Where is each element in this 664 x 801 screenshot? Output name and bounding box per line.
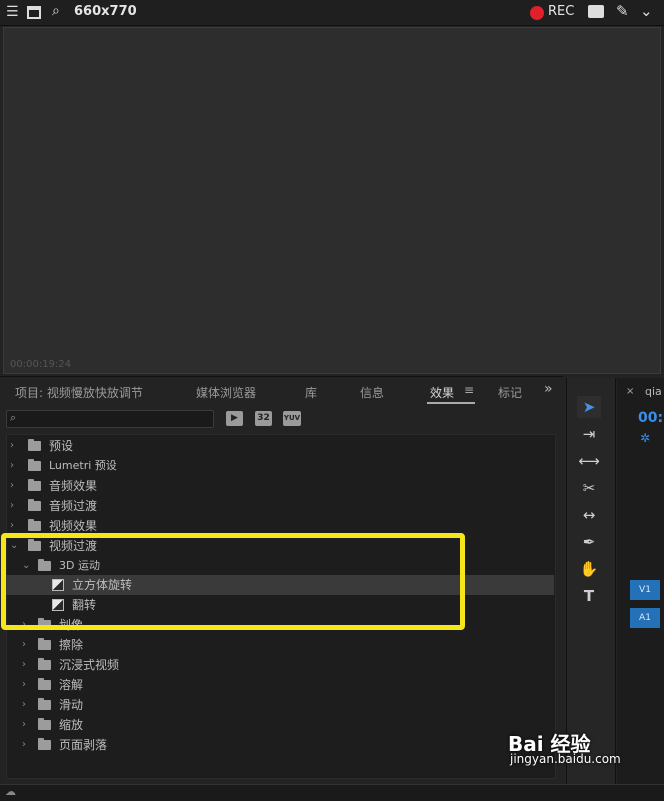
tree-item-page-peel[interactable]: › 页面剥落 (6, 735, 554, 755)
chevron-right-icon[interactable]: › (22, 635, 26, 655)
tab-project[interactable]: 项目: 视频慢放快放调节 (15, 384, 143, 401)
capture-toolbar: ☰ ⌕ 660x770 REC ✎ ⌄ (0, 0, 664, 26)
chevron-right-icon[interactable]: › (10, 476, 14, 496)
type-tool-icon[interactable]: T (577, 585, 601, 607)
timeline-timecode[interactable]: 00: (638, 410, 663, 426)
track-select-tool-icon[interactable]: ⇥ (577, 423, 601, 445)
chevron-right-icon[interactable]: › (22, 715, 26, 735)
monitor-timecode: 00:00:19:24 (10, 359, 72, 370)
folder-icon (38, 738, 51, 750)
chevron-right-icon[interactable]: › (10, 496, 14, 516)
tree-item-label: 音频过渡 (49, 499, 98, 513)
tree-item-slide[interactable]: › 滑动 (6, 695, 554, 715)
tab-info[interactable]: 信息 (360, 384, 384, 401)
track-v1[interactable]: V1 (630, 580, 660, 600)
tree-item-wipe[interactable]: › 擦除 (6, 635, 554, 655)
folder-icon (38, 718, 51, 730)
capture-size-label: 660x770 (74, 4, 137, 19)
camera-icon[interactable] (588, 5, 604, 18)
tree-item-label: 沉浸式视频 (59, 658, 120, 672)
snap-icon[interactable]: ✲ (640, 431, 650, 445)
folder-icon (28, 519, 41, 531)
preset-folder-icon (28, 439, 41, 451)
tree-item-lumetri-presets[interactable]: › Lumetri 预设 (6, 456, 554, 476)
chevron-right-icon[interactable]: › (10, 436, 14, 456)
slip-tool-icon[interactable]: ↔ (577, 504, 601, 526)
hamburger-menu-icon[interactable]: ☰ (6, 4, 19, 20)
chevron-down-icon[interactable]: ⌄ (640, 2, 653, 20)
tab-media-browser[interactable]: 媒体浏览器 (196, 384, 256, 401)
tree-item-presets[interactable]: › 预设 (6, 436, 554, 456)
tree-item-label: 页面剥落 (59, 738, 108, 752)
razor-tool-icon[interactable]: ✂ (577, 477, 601, 499)
tree-item-label: 滑动 (59, 698, 84, 712)
folder-icon (28, 479, 41, 491)
chevron-right-icon[interactable]: › (22, 695, 26, 715)
tree-item-immersive-video[interactable]: › 沉浸式视频 (6, 655, 554, 675)
folder-icon (38, 638, 51, 650)
effects-search-input[interactable]: ⌕ (6, 410, 214, 428)
chevron-right-icon[interactable]: › (10, 456, 14, 476)
tree-item-dissolve[interactable]: › 溶解 (6, 675, 554, 695)
tree-item-label: 溶解 (59, 678, 84, 692)
tree-item-label: 擦除 (59, 638, 84, 652)
tree-item-audio-effects[interactable]: › 音频效果 (6, 476, 554, 496)
ripple-edit-tool-icon[interactable]: ⟷ (577, 450, 601, 472)
panel-menu-icon[interactable]: ≡ (464, 383, 474, 397)
tree-item-audio-transitions[interactable]: › 音频过渡 (6, 496, 554, 516)
folder-icon (38, 658, 51, 670)
close-icon[interactable]: × (626, 386, 634, 397)
window-icon[interactable] (27, 6, 41, 19)
accelerated-effects-icon[interactable]: ▶ (226, 411, 243, 426)
tab-library[interactable]: 库 (305, 384, 317, 401)
tab-markers[interactable]: 标记 (498, 384, 522, 401)
tree-item-label: 预设 (49, 439, 74, 453)
tree-item-label: 音频效果 (49, 479, 98, 493)
search-icon: ⌕ (10, 411, 17, 424)
tree-item-label: Lumetri 预设 (49, 459, 117, 472)
folder-icon (38, 678, 51, 690)
record-dot-icon[interactable] (530, 6, 544, 20)
tab-effects[interactable]: 效果 (430, 384, 454, 401)
status-bar: ☁ (0, 784, 664, 801)
hand-tool-icon[interactable]: ✋ (577, 558, 601, 580)
selection-tool-icon[interactable]: ➤ (577, 396, 601, 418)
yuv-effects-button[interactable]: YUV (283, 411, 301, 426)
tree-item-label: 缩放 (59, 718, 84, 732)
chevron-right-icon[interactable]: › (22, 655, 26, 675)
active-tab-indicator (427, 402, 475, 404)
timeline-tab[interactable]: qia (645, 385, 662, 398)
rec-label[interactable]: REC (548, 4, 574, 19)
32bit-effects-button[interactable]: 32 (255, 411, 272, 426)
cloud-sync-icon[interactable]: ☁ (5, 785, 16, 798)
baidu-watermark-url: jingyan.baidu.com (510, 752, 621, 766)
annotation-highlight-box (1, 533, 465, 630)
more-tabs-icon[interactable]: » (544, 381, 553, 397)
tree-item-zoom[interactable]: › 缩放 (6, 715, 554, 735)
tools-panel: ➤ ⇥ ⟷ ✂ ↔ ✒ ✋ T (566, 378, 616, 784)
program-monitor[interactable] (3, 27, 661, 374)
folder-icon (28, 499, 41, 511)
premiere-window: ☰ ⌕ 660x770 REC ✎ ⌄ 00:00:19:24 项目: 视频慢放… (0, 0, 664, 801)
pencil-icon[interactable]: ✎ (616, 2, 629, 20)
pen-tool-icon[interactable]: ✒ (577, 531, 601, 553)
folder-icon (38, 698, 51, 710)
preset-folder-icon (28, 459, 41, 471)
chevron-right-icon[interactable]: › (22, 675, 26, 695)
track-a1[interactable]: A1 (630, 608, 660, 628)
search-icon[interactable]: ⌕ (52, 3, 60, 19)
chevron-right-icon[interactable]: › (22, 735, 26, 755)
